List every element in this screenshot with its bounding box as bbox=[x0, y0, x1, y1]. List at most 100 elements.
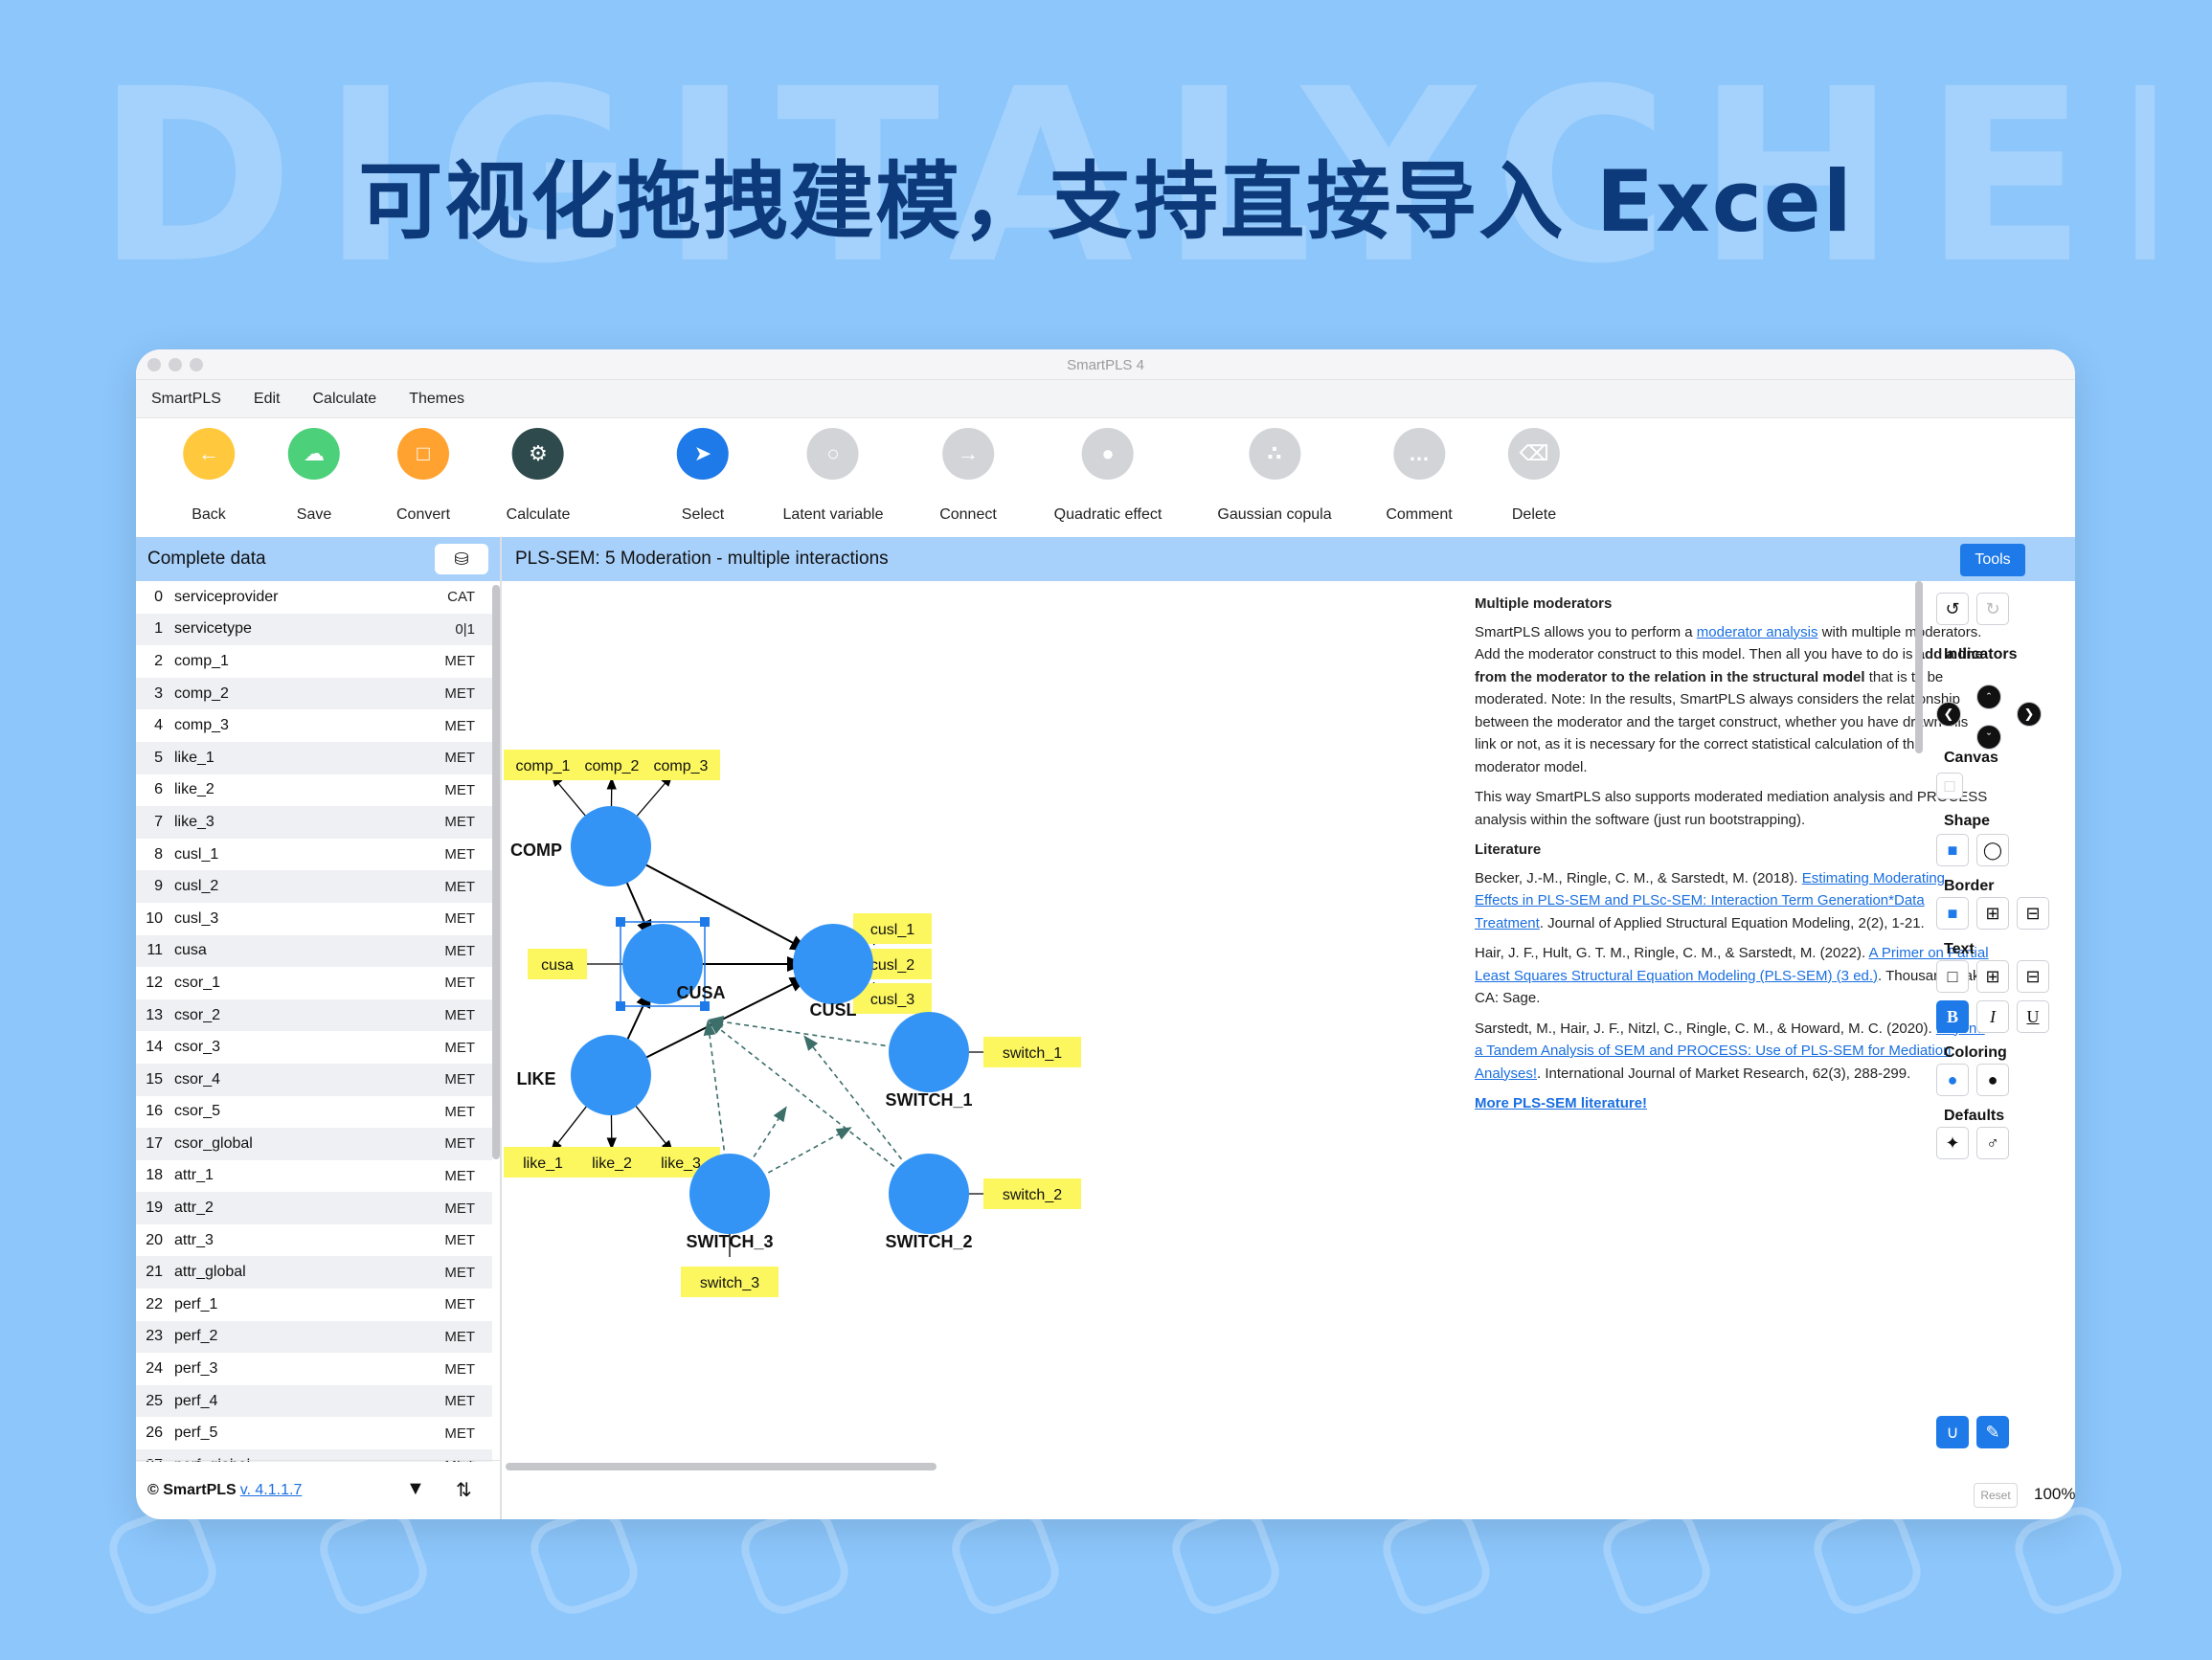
text-increase-button[interactable]: ⊞ bbox=[1976, 960, 2009, 993]
moderation-path[interactable] bbox=[703, 1020, 728, 1168]
list-item[interactable]: 2 comp_1 MET bbox=[136, 645, 492, 678]
underline-button[interactable]: U bbox=[2017, 1000, 2049, 1033]
coloring-blue-button[interactable]: ● bbox=[1936, 1064, 1969, 1096]
row-type: MET bbox=[444, 975, 475, 992]
undo-button[interactable]: ↺ bbox=[1936, 593, 1969, 625]
construct-comp[interactable]: COMP bbox=[510, 806, 651, 886]
redo-button[interactable]: ↻ bbox=[1976, 593, 2009, 625]
list-item[interactable]: 7 like_3 MET bbox=[136, 806, 492, 839]
list-item[interactable]: 11 cusa MET bbox=[136, 934, 492, 968]
reset-zoom-button[interactable]: Reset bbox=[1974, 1483, 2018, 1508]
list-item[interactable]: 15 csor_4 MET bbox=[136, 1063, 492, 1096]
path-model-diagram[interactable]: comp_1 comp_2 comp_3cusa cusl_1 cusl_2 cusl_3… bbox=[502, 581, 1459, 1462]
indicator-like-1[interactable]: like_1 bbox=[504, 1147, 582, 1178]
list-item[interactable]: 4 comp_3 MET bbox=[136, 709, 492, 742]
indicator-like-2[interactable]: like_2 bbox=[573, 1147, 651, 1178]
list-item[interactable]: 1 servicetype 0|1 bbox=[136, 613, 492, 646]
list-item[interactable]: 18 attr_1 MET bbox=[136, 1160, 492, 1193]
data-indicator-list[interactable]: 0 serviceprovider CAT 1 servicetype 0|1 2 comp_… bbox=[136, 581, 492, 1462]
database-button[interactable]: ⛁ bbox=[435, 544, 488, 574]
list-item[interactable]: 8 cusl_1 MET bbox=[136, 839, 492, 871]
list-item[interactable]: 0 serviceprovider CAT bbox=[136, 581, 492, 614]
pen-button[interactable]: ✎ bbox=[1976, 1416, 2009, 1448]
coloring-black-button[interactable]: ● bbox=[1976, 1064, 2009, 1096]
more-literature-link[interactable]: More PLS-SEM literature! bbox=[1475, 1095, 1647, 1111]
list-item[interactable]: 21 attr_global MET bbox=[136, 1256, 492, 1290]
indicator-comp-3[interactable]: comp_3 bbox=[642, 750, 720, 780]
version-link[interactable]: v. 4.1.1.7 bbox=[240, 1482, 303, 1499]
list-item[interactable]: 26 perf_5 MET bbox=[136, 1417, 492, 1449]
filter-icon[interactable]: ▼ bbox=[406, 1478, 425, 1500]
indicator-comp-1[interactable]: comp_1 bbox=[504, 750, 582, 780]
menu-themes[interactable]: Themes bbox=[409, 391, 464, 408]
moderation-path[interactable] bbox=[708, 1020, 909, 1178]
latent-variable-button[interactable]: ○ Latent variable bbox=[783, 428, 883, 524]
sort-icon[interactable]: ⇅ bbox=[456, 1478, 472, 1502]
menu-edit[interactable]: Edit bbox=[254, 391, 281, 408]
italic-button[interactable]: I bbox=[1976, 1000, 2009, 1033]
canvas-vertical-scrollbar[interactable] bbox=[1915, 581, 1923, 753]
shape-square-button[interactable]: ■ bbox=[1936, 834, 1969, 866]
list-item[interactable]: 13 csor_2 MET bbox=[136, 998, 492, 1032]
text-decrease-button[interactable]: ⊟ bbox=[2017, 960, 2049, 993]
list-item[interactable]: 22 perf_1 MET bbox=[136, 1289, 492, 1321]
shape-circle-button[interactable]: ◯ bbox=[1976, 834, 2009, 866]
border-decrease-button[interactable]: ⊟ bbox=[2017, 897, 2049, 930]
menu-calculate[interactable]: Calculate bbox=[313, 391, 377, 408]
indicator-switch-2[interactable]: switch_2 bbox=[983, 1178, 1081, 1209]
list-item[interactable]: 23 perf_2 MET bbox=[136, 1320, 492, 1354]
reset-defaults-button[interactable]: ♂ bbox=[1976, 1127, 2009, 1159]
calculate-button[interactable]: ⚙ Calculate bbox=[507, 428, 570, 524]
menu-bar: SmartPLS Edit Calculate Themes bbox=[136, 380, 2075, 418]
indicator-comp-2[interactable]: comp_2 bbox=[573, 750, 651, 780]
select-button[interactable]: ➤ Select bbox=[677, 428, 729, 524]
data-list-scrollbar[interactable] bbox=[492, 585, 500, 1159]
magnet-button[interactable]: ∪ bbox=[1936, 1416, 1969, 1448]
construct-like[interactable]: LIKE bbox=[516, 1035, 651, 1115]
construct-switch-1[interactable]: SWITCH_1 bbox=[885, 1012, 973, 1110]
indicators-down-button[interactable]: ˇ bbox=[1976, 725, 2001, 750]
list-item[interactable]: 14 csor_3 MET bbox=[136, 1031, 492, 1064]
border-increase-button[interactable]: ⊞ bbox=[1976, 897, 2009, 930]
gaussian-copula-button[interactable]: ∴ Gaussian copula bbox=[1217, 428, 1332, 524]
list-item[interactable]: 12 csor_1 MET bbox=[136, 967, 492, 999]
indicator-switch-3[interactable]: switch_3 bbox=[681, 1267, 779, 1297]
list-item[interactable]: 16 csor_5 MET bbox=[136, 1096, 492, 1129]
row-name: perf_5 bbox=[174, 1424, 218, 1442]
back-button[interactable]: ← Back bbox=[182, 428, 235, 524]
text-color-button[interactable]: □ bbox=[1936, 960, 1969, 993]
canvas-color-button[interactable]: □ bbox=[1936, 773, 1963, 799]
indicator-switch-1[interactable]: switch_1 bbox=[983, 1037, 1081, 1067]
comment-button[interactable]: … Comment bbox=[1386, 428, 1453, 524]
indicators-left-button[interactable]: ❮ bbox=[1936, 702, 1961, 727]
list-item[interactable]: 17 csor_global MET bbox=[136, 1128, 492, 1160]
list-item[interactable]: 6 like_2 MET bbox=[136, 774, 492, 807]
list-item[interactable]: 9 cusl_2 MET bbox=[136, 870, 492, 903]
list-item[interactable]: 20 attr_3 MET bbox=[136, 1224, 492, 1257]
list-item[interactable]: 3 comp_2 MET bbox=[136, 677, 492, 710]
delete-button[interactable]: ⌫ Delete bbox=[1508, 428, 1560, 524]
magic-wand-button[interactable]: ✦ bbox=[1936, 1127, 1969, 1159]
tools-button[interactable]: Tools bbox=[1960, 544, 2025, 576]
construct-switch-2[interactable]: SWITCH_2 bbox=[885, 1154, 973, 1251]
list-item[interactable]: 24 perf_3 MET bbox=[136, 1353, 492, 1385]
connect-button[interactable]: → Connect bbox=[939, 428, 997, 524]
save-button[interactable]: ☁ Save bbox=[288, 428, 340, 524]
border-color-button[interactable]: ■ bbox=[1936, 897, 1969, 930]
bold-button[interactable]: B bbox=[1936, 1000, 1969, 1033]
indicators-right-button[interactable]: ❯ bbox=[2017, 702, 2042, 727]
list-item[interactable]: 25 perf_4 MET bbox=[136, 1384, 492, 1418]
menu-smartpls[interactable]: SmartPLS bbox=[151, 391, 221, 408]
quadratic-effect-button[interactable]: ● Quadratic effect bbox=[1054, 428, 1162, 524]
model-canvas[interactable]: comp_1 comp_2 comp_3 cusa cusl_1 cusl_2 cusl_3… bbox=[502, 581, 1991, 1462]
list-item[interactable]: 5 like_1 MET bbox=[136, 741, 492, 774]
indicator-cusa[interactable]: cusa bbox=[528, 949, 587, 979]
list-item[interactable]: 10 cusl_3 MET bbox=[136, 903, 492, 935]
indicator-cusl-1[interactable]: cusl_1 bbox=[853, 913, 932, 944]
indicators-up-button[interactable]: ˆ bbox=[1976, 684, 2001, 709]
convert-button[interactable]: □ Convert bbox=[396, 428, 450, 524]
construct-switch-3[interactable]: SWITCH_3 bbox=[686, 1154, 774, 1251]
moderation-path[interactable] bbox=[753, 1127, 852, 1182]
moderator-analysis-link[interactable]: moderator analysis bbox=[1697, 624, 1818, 640]
list-item[interactable]: 19 attr_2 MET bbox=[136, 1192, 492, 1224]
